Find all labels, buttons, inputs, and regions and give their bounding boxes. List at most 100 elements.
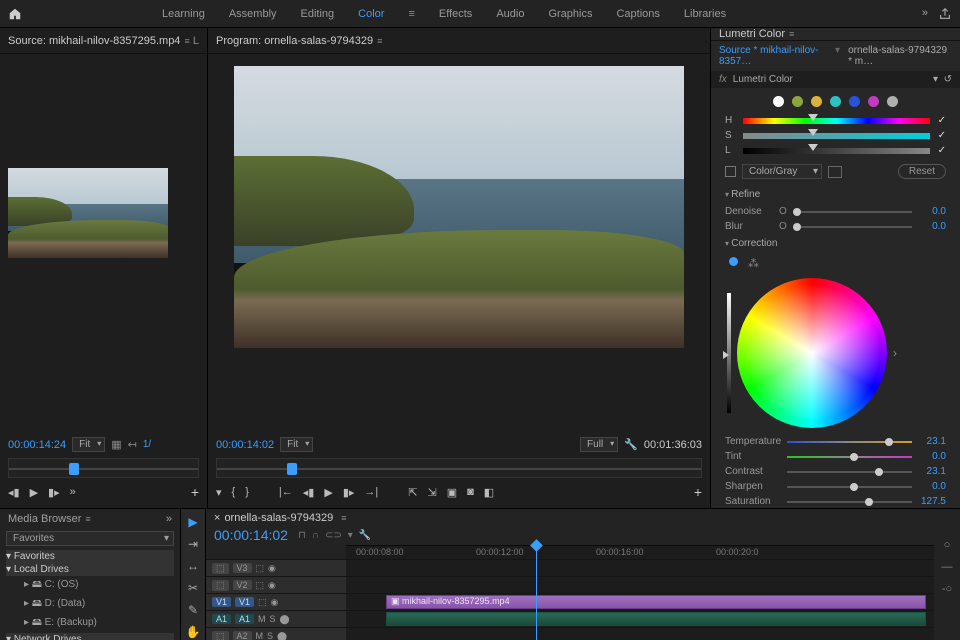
swatch[interactable]	[887, 96, 898, 107]
settings-icon[interactable]: -○	[942, 583, 952, 595]
selection-tool-icon[interactable]: ▶	[188, 515, 197, 529]
eye-icon[interactable]: ◉	[268, 580, 276, 591]
step-fwd-icon[interactable]: ▮▸	[48, 486, 60, 499]
source-timecode[interactable]: 00:00:14:24	[8, 439, 66, 451]
lift-icon[interactable]: ⇱	[408, 486, 417, 499]
tree-local-drives[interactable]: ▾ Local Drives	[6, 563, 174, 576]
source-playhead[interactable]	[69, 463, 79, 475]
adjust-value[interactable]: 0.0	[916, 481, 946, 492]
ripple-tool-icon[interactable]: ↔	[187, 559, 199, 573]
marker-icon[interactable]: ▾	[348, 530, 353, 541]
solo-icon[interactable]: S	[270, 614, 276, 624]
program-playhead[interactable]	[287, 463, 297, 475]
timeline-playhead[interactable]	[536, 543, 537, 640]
source-fit-dropdown[interactable]: Fit	[72, 437, 105, 452]
razor-tool-icon[interactable]: ✂	[188, 581, 198, 595]
ws-color[interactable]: Color	[358, 8, 384, 20]
v3-label[interactable]: V3	[233, 563, 252, 573]
rec-icon[interactable]: ⬤	[277, 631, 287, 640]
extract-icon[interactable]: ⇲	[427, 486, 436, 499]
source-image[interactable]	[8, 168, 168, 258]
add-button-icon[interactable]: +	[694, 484, 702, 500]
tree-drive-d[interactable]: ▸ 🖴 D: (Data)	[6, 595, 174, 614]
panel-menu-icon[interactable]: ≡	[789, 29, 794, 39]
check-icon[interactable]: ✓	[938, 130, 946, 141]
pen-tool-icon[interactable]: ✎	[188, 603, 198, 617]
program-timecode[interactable]: 00:00:14:02	[216, 439, 274, 451]
lumetri-program-clip[interactable]: ornella-salas-9794329 * m…	[848, 45, 952, 67]
overflow-icon[interactable]: »	[166, 513, 172, 525]
adjust-slider[interactable]	[787, 501, 912, 503]
source-grid-icon[interactable]: ▦	[111, 438, 121, 451]
toggle-icon[interactable]: ⬚	[258, 597, 267, 608]
swatch[interactable]	[849, 96, 860, 107]
home-icon[interactable]	[8, 7, 22, 21]
more-icon[interactable]: »	[70, 486, 76, 498]
play-icon[interactable]: ▶	[30, 486, 38, 499]
mute-icon[interactable]: M	[258, 614, 266, 624]
add-button-icon[interactable]: +	[191, 484, 199, 500]
play-icon[interactable]: ▶	[324, 486, 332, 499]
panel-nav-icon[interactable]: L	[193, 35, 199, 47]
step-back-icon[interactable]: ◂▮	[303, 486, 315, 499]
adjust-value[interactable]: 127.5	[916, 496, 946, 507]
ws-captions[interactable]: Captions	[616, 8, 659, 20]
step-fwd-icon[interactable]: ▮▸	[343, 486, 355, 499]
share-icon[interactable]	[938, 7, 952, 21]
a1-label[interactable]: A1	[235, 614, 254, 624]
source-half-icon[interactable]: ↤	[128, 438, 137, 451]
lum-slider[interactable]	[743, 148, 930, 154]
program-image[interactable]	[234, 66, 684, 348]
hand-tool-icon[interactable]: ✋	[186, 625, 201, 639]
video-clip[interactable]: ▣ mikhail-nilov-8357295.mp4	[386, 595, 926, 609]
program-quality-dropdown[interactable]: Full	[580, 437, 618, 452]
ws-effects[interactable]: Effects	[439, 8, 472, 20]
track-select-tool-icon[interactable]: ⇥	[188, 537, 198, 551]
wrench-icon[interactable]: 🔧	[624, 438, 638, 451]
effect-dropdown-icon[interactable]: ▾ ↺	[933, 74, 952, 85]
tree-network[interactable]: ▾ Network Drives	[6, 633, 174, 640]
ws-assembly[interactable]: Assembly	[229, 8, 277, 20]
ws-menu-icon[interactable]: ≡	[408, 8, 414, 20]
next-wheel-icon[interactable]: ›	[893, 346, 897, 360]
check-icon[interactable]: ✓	[938, 145, 946, 156]
program-fit-dropdown[interactable]: Fit	[280, 437, 313, 452]
camera-icon[interactable]: ◙	[467, 486, 474, 498]
out-icon[interactable]: }	[245, 486, 249, 498]
goto-out-icon[interactable]: →|	[364, 486, 378, 498]
favorites-dropdown[interactable]: Favorites	[6, 531, 174, 546]
eye-icon[interactable]: ◉	[271, 597, 279, 608]
compare-icon[interactable]: ◧	[484, 486, 494, 499]
solo-icon[interactable]: S	[267, 631, 273, 640]
in-icon[interactable]: {	[232, 486, 236, 498]
eye-icon[interactable]: ◉	[268, 563, 276, 574]
timeline-timecode[interactable]: 00:00:14:02	[214, 527, 288, 543]
overflow-icon[interactable]: »	[922, 7, 926, 21]
swatch[interactable]	[811, 96, 822, 107]
eyedropper-icon[interactable]	[828, 166, 842, 178]
tree-drive-c[interactable]: ▸ 🖴 C: (OS)	[6, 576, 174, 595]
magnet-icon[interactable]: ∩	[312, 530, 319, 541]
swatch[interactable]	[830, 96, 841, 107]
single-wheel-icon[interactable]	[729, 257, 738, 266]
ws-audio[interactable]: Audio	[496, 8, 524, 20]
color-wheel[interactable]: +	[737, 278, 887, 428]
panel-menu-icon[interactable]: ≡	[184, 36, 189, 46]
snap-icon[interactable]: ⊓	[298, 530, 306, 541]
three-wheel-icon[interactable]: ⁂	[748, 257, 759, 270]
audio-clip[interactable]	[386, 612, 926, 626]
hue-slider[interactable]	[743, 118, 930, 124]
lock-icon[interactable]: ⬚	[212, 563, 229, 574]
lock-icon[interactable]: ⬚	[212, 580, 229, 591]
v2-label[interactable]: V2	[233, 580, 252, 590]
step-back-icon[interactable]: ◂▮	[8, 486, 20, 499]
goto-in-icon[interactable]: |←	[279, 486, 293, 498]
refine-section[interactable]: Refine	[711, 185, 960, 204]
mute-icon[interactable]: M	[256, 631, 264, 640]
toggle-icon[interactable]: ⬚	[256, 563, 265, 574]
ws-graphics[interactable]: Graphics	[548, 8, 592, 20]
adjust-value[interactable]: 0.0	[916, 451, 946, 462]
swatch[interactable]	[868, 96, 879, 107]
zoom-icon[interactable]: ○	[944, 539, 951, 551]
program-ruler[interactable]	[216, 458, 702, 478]
